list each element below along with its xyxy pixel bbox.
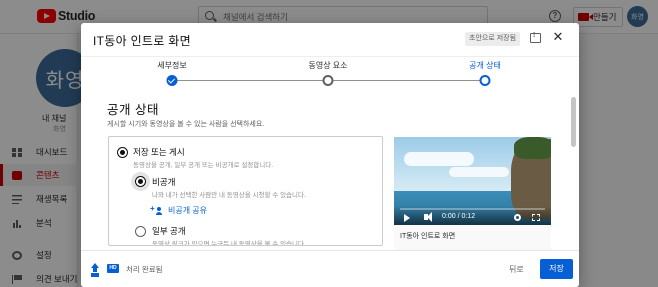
preview-trees xyxy=(514,137,551,159)
add-person-icon: + xyxy=(150,204,164,215)
upload-complete-icon xyxy=(90,263,100,274)
player-controls: 0:00 / 0:12 xyxy=(394,206,551,225)
upload-dialog: IT동아 인트로 화면 초안으로 저장됨 ✕ 세부정보 동영상 요소 공개 상태… xyxy=(81,23,579,287)
section-subtitle: 게시할 시기와 동영상을 볼 수 있는 사람을 선택하세요. xyxy=(107,121,265,128)
private-label[interactable]: 비공개 xyxy=(152,176,175,188)
unlisted-radio[interactable] xyxy=(135,226,146,237)
share-private-link[interactable]: + 비공개 공유 xyxy=(150,204,208,216)
preview-cloud xyxy=(449,167,509,177)
save-publish-description: 동영상을 공개, 일부 공개 또는 비공개로 설정합니다. xyxy=(133,162,274,169)
player-time: 0:00 / 0:12 xyxy=(442,213,476,220)
dialog-title: IT동아 인트로 화면 xyxy=(93,34,191,48)
dialog-footer: HD 처리 완료됨 뒤로 저장 xyxy=(81,250,579,287)
save-publish-radio[interactable] xyxy=(117,147,128,158)
processing-status: 처리 완료됨 xyxy=(126,265,163,274)
step-connector xyxy=(333,80,480,81)
preview-cloud xyxy=(404,152,474,166)
save-publish-label[interactable]: 저장 또는 게시 xyxy=(133,146,185,158)
fullscreen-icon[interactable] xyxy=(532,214,540,221)
step-visibility-dot[interactable] xyxy=(479,75,491,86)
volume-icon[interactable] xyxy=(424,212,432,222)
step-connector xyxy=(177,80,323,81)
play-icon[interactable] xyxy=(404,214,410,222)
unlisted-label[interactable]: 일부 공개 xyxy=(152,225,186,237)
share-private-label: 비공개 공유 xyxy=(168,206,208,215)
video-preview[interactable]: 0:00 / 0:12 xyxy=(394,137,551,225)
visibility-options-box: 저장 또는 게시 동영상을 공개, 일부 공개 또는 비공개로 설정합니다. 비… xyxy=(108,136,383,246)
close-icon[interactable]: ✕ xyxy=(550,29,566,45)
private-description: 나와 내가 선택한 사람만 내 동영상을 시청할 수 있습니다. xyxy=(152,192,306,199)
preview-video-title: IT동아 인트로 화면 xyxy=(400,233,456,240)
back-button[interactable]: 뒤로 xyxy=(509,264,524,275)
upload-stepper: 세부정보 동영상 요소 공개 상태 xyxy=(81,57,579,93)
step-video-elements-label[interactable]: 동영상 요소 xyxy=(308,60,347,71)
dialog-scrollbar[interactable] xyxy=(571,97,576,147)
unlisted-description: 동영상 링크가 있으면 누구든 내 동영상을 볼 수 있습니다. xyxy=(152,241,306,246)
progress-bar[interactable] xyxy=(400,208,545,210)
player-settings-icon[interactable] xyxy=(514,214,521,221)
save-button[interactable]: 저장 xyxy=(540,259,573,279)
report-feedback-icon[interactable] xyxy=(530,32,541,43)
private-radio[interactable] xyxy=(135,176,146,187)
section-title: 공개 상태 xyxy=(107,103,159,117)
dialog-header: IT동아 인트로 화면 초안으로 저장됨 ✕ xyxy=(81,23,579,57)
step-details-label[interactable]: 세부정보 xyxy=(157,60,186,71)
saved-as-draft-badge: 초안으로 저장됨 xyxy=(465,32,521,46)
step-visibility-label[interactable]: 공개 상태 xyxy=(469,60,501,71)
hd-icon: HD xyxy=(107,264,119,273)
step-video-elements-dot[interactable] xyxy=(322,75,334,86)
step-details-check-icon[interactable] xyxy=(166,75,178,86)
